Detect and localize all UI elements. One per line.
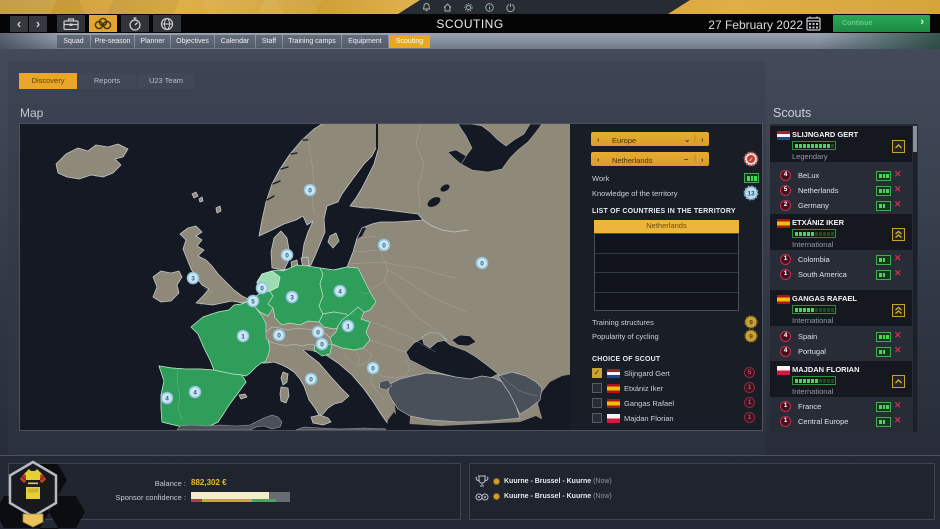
svg-text:1: 1 [241,334,245,341]
svg-text:1: 1 [346,324,350,331]
svg-text:4: 4 [338,289,342,296]
svg-text:0: 0 [316,330,320,337]
svg-text:4: 4 [193,390,197,397]
svg-text:0: 0 [308,188,312,195]
svg-text:✓: ✓ [748,158,753,164]
svg-text:0: 0 [320,342,324,349]
svg-text:4: 4 [165,396,169,403]
svg-text:0: 0 [277,333,281,340]
svg-text:0: 0 [260,286,264,293]
svg-text:0: 0 [371,366,375,373]
svg-text:0: 0 [382,243,386,250]
svg-text:3: 3 [191,276,195,283]
svg-text:5: 5 [251,299,255,306]
svg-text:3: 3 [290,295,294,302]
svg-text:9: 9 [749,320,753,327]
svg-text:13: 13 [747,191,755,198]
svg-text:0: 0 [480,261,484,268]
svg-text:9: 9 [749,334,753,341]
svg-text:0: 0 [285,253,289,260]
svg-text:0: 0 [309,377,313,384]
